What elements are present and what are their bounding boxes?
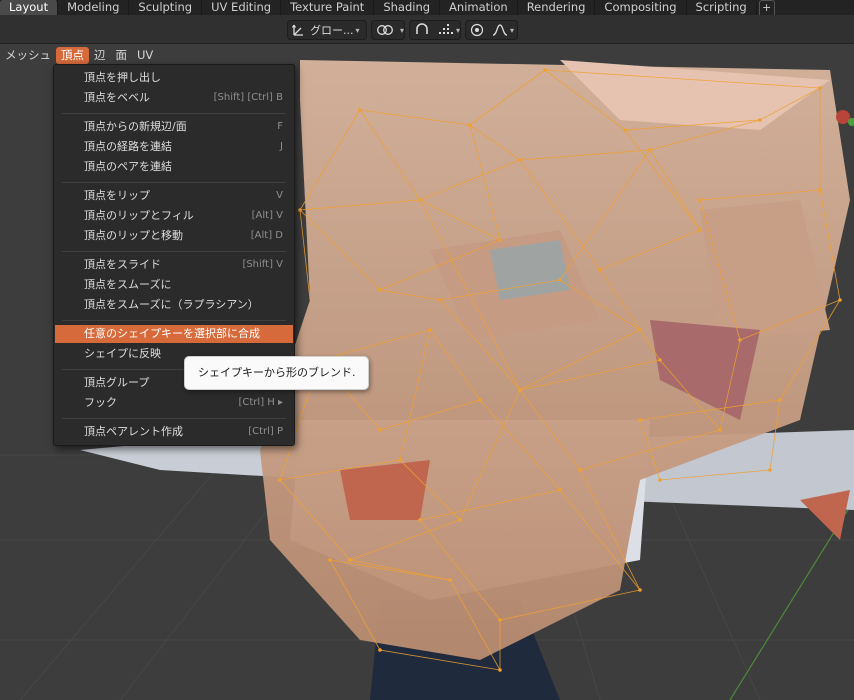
menu-item-blend-from-shape[interactable]: 任意のシェイプキーを選択部に合成 (55, 325, 293, 343)
tab-scripting[interactable]: Scripting (687, 0, 757, 15)
chevron-down-icon: ▾ (400, 25, 405, 35)
transform-orientation-label: グロー... (310, 24, 354, 37)
menu-separator (62, 251, 286, 252)
tab-rendering[interactable]: Rendering (518, 0, 596, 15)
snap-group[interactable]: ▾ (409, 20, 461, 40)
proportional-falloff-icon[interactable]: ▾ (488, 21, 518, 39)
menu-item-connect-vertex-path[interactable]: 頂点の経路を連結 J (55, 138, 293, 156)
workspace-tabs: Layout Modeling Sculpting UV Editing Tex… (0, 0, 854, 15)
menu-item-slide-vertices[interactable]: 頂点をスライド [Shift] V (55, 256, 293, 274)
menu-item-make-vertex-parent[interactable]: 頂点ペアレント作成 [Ctrl] P (55, 423, 293, 441)
tab-animation[interactable]: Animation (440, 0, 518, 15)
tooltip: シェイプキーから形のブレンド. (184, 356, 369, 390)
tab-modeling[interactable]: Modeling (58, 0, 130, 15)
menu-item-smooth-laplacian[interactable]: 頂点をスムーズに（ラプラシアン） (55, 296, 293, 314)
tab-uv-editing[interactable]: UV Editing (202, 0, 282, 15)
menu-item-new-edge-face[interactable]: 頂点からの新規辺/面 F (55, 118, 293, 136)
menu-separator (62, 182, 286, 183)
menu-item-bevel-vertices[interactable]: 頂点をベベル [Shift] [Ctrl] B (55, 89, 293, 107)
menu-mesh[interactable]: メッシュ (0, 47, 56, 64)
menu-item-rip-extend[interactable]: 頂点のリップと移動 [Alt] D (55, 227, 293, 245)
menu-separator (62, 418, 286, 419)
menu-item-connect-vertex-pairs[interactable]: 頂点のペアを連結 (55, 158, 293, 176)
menu-item-extrude-vertices[interactable]: 頂点を押し出し (55, 69, 293, 87)
snap-icon[interactable] (410, 21, 434, 39)
menu-vertex[interactable]: 頂点 (56, 46, 89, 64)
menu-uv[interactable]: UV (132, 47, 158, 64)
menu-item-smooth-vertices[interactable]: 頂点をスムーズに (55, 276, 293, 294)
editor-menu-bar: メッシュ 頂点 辺 面 UV (0, 46, 158, 64)
chevron-down-icon: ▾ (510, 25, 515, 35)
snap-increment-icon[interactable]: ▾ (434, 21, 464, 39)
menu-item-rip-vertices[interactable]: 頂点をリップ V (55, 187, 293, 205)
tab-shading[interactable]: Shading (374, 0, 441, 15)
proportional-editing-icon[interactable] (466, 21, 488, 39)
menu-face[interactable]: 面 (111, 47, 133, 64)
transform-orientation-dropdown[interactable]: グロー... ▾ (287, 20, 367, 40)
menu-item-rip-fill[interactable]: 頂点のリップとフィル [Alt] V (55, 207, 293, 225)
pivot-point-dropdown[interactable]: ▾ (371, 20, 405, 40)
proportional-editing-group[interactable]: ▾ (465, 20, 518, 40)
tab-layout[interactable]: Layout (0, 0, 59, 15)
transform-axes-icon (288, 21, 310, 39)
menu-item-hooks[interactable]: フック [Ctrl] H ▸ (55, 394, 293, 412)
pivot-icon (372, 21, 398, 39)
add-workspace-button[interactable]: + (758, 0, 775, 15)
menu-edge[interactable]: 辺 (89, 47, 111, 64)
tab-texture-paint[interactable]: Texture Paint (281, 0, 375, 15)
menu-separator (62, 320, 286, 321)
chevron-down-icon: ▾ (456, 25, 461, 35)
tab-compositing[interactable]: Compositing (595, 0, 687, 15)
chevron-down-icon: ▾ (355, 25, 360, 35)
tab-sculpting[interactable]: Sculpting (129, 0, 203, 15)
viewport-header: グロー... ▾ ▾ ▾ ▾ (0, 15, 854, 44)
menu-separator (62, 113, 286, 114)
